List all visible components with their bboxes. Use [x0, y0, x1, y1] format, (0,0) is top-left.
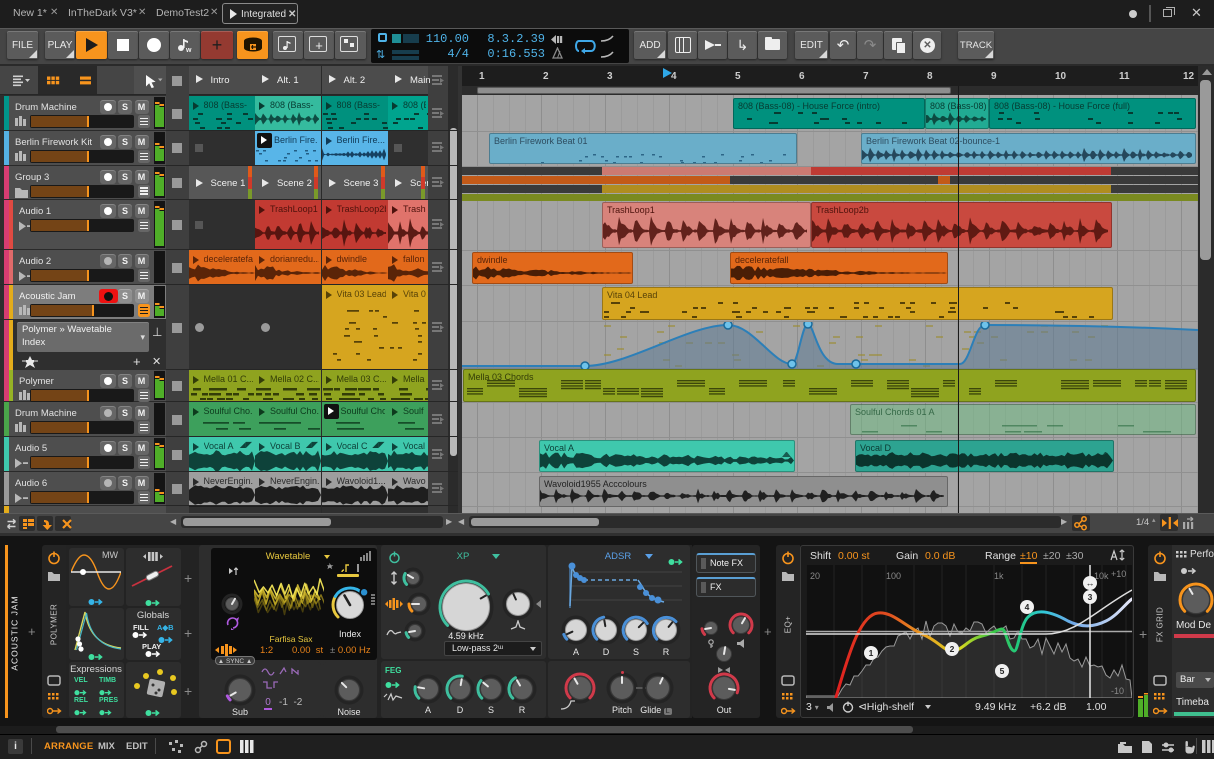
svg-text:↔: ↔: [1086, 578, 1095, 588]
svg-text:1k: 1k: [994, 571, 1004, 581]
svg-text:1: 1: [869, 648, 874, 658]
svg-text:100: 100: [886, 571, 901, 581]
svg-text:+10: +10: [1111, 569, 1126, 579]
svg-text:4: 4: [1025, 602, 1030, 612]
svg-text:10k: 10k: [1094, 571, 1109, 581]
svg-text:-10: -10: [1111, 686, 1124, 696]
svg-text:w: w: [185, 47, 192, 54]
svg-text:3: 3: [1088, 592, 1093, 602]
svg-text:20: 20: [810, 571, 820, 581]
svg-text:2: 2: [950, 644, 955, 654]
svg-text:5: 5: [1000, 666, 1005, 676]
